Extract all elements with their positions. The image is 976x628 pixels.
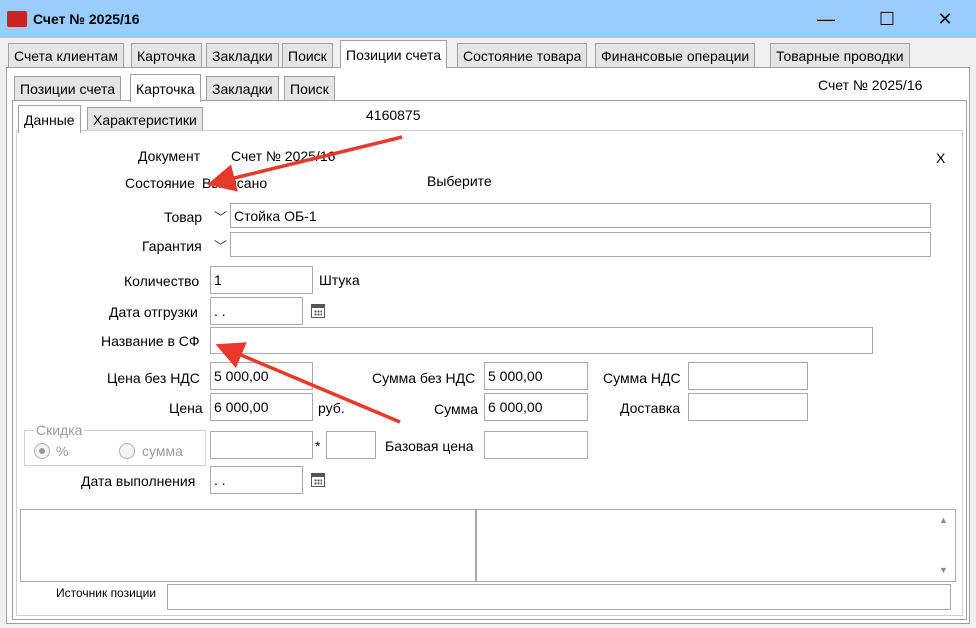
subtab-data[interactable]: Данные	[18, 105, 81, 133]
discount-percent-radio[interactable]	[34, 443, 50, 459]
product-label: Товар	[164, 209, 203, 225]
quantity-label: Количество	[124, 273, 200, 289]
notes-memo-left[interactable]	[20, 509, 476, 582]
source-field[interactable]	[167, 584, 951, 610]
close-button[interactable]: ✕	[922, 5, 968, 33]
ship-date-field[interactable]: . .	[210, 297, 303, 325]
calendar-icon[interactable]	[311, 473, 325, 487]
price-field[interactable]: 6 000,00	[210, 393, 313, 421]
subtab-characteristics[interactable]: Характеристики	[87, 107, 203, 132]
subtab-card[interactable]: Карточка	[130, 74, 201, 102]
app-logo-icon	[7, 11, 27, 27]
tab-bookmarks[interactable]: Закладки	[206, 43, 279, 68]
ship-date-label: Дата отгрузки	[109, 304, 198, 320]
sf-name-label: Название в СФ	[101, 333, 200, 349]
base-price-label: Базовая цена	[385, 438, 474, 454]
base-price-field[interactable]	[484, 431, 588, 459]
sum-label: Сумма	[434, 401, 478, 417]
discount-sum-radio[interactable]	[119, 443, 135, 459]
subtab-bookmarks[interactable]: Закладки	[206, 76, 279, 101]
document-value: Счет № 2025/16	[231, 148, 336, 164]
warranty-label: Гарантия	[142, 238, 202, 254]
minimize-button[interactable]: —	[803, 5, 849, 33]
price-novat-field[interactable]: 5 000,00	[210, 362, 313, 390]
header-invoice-number: Счет № 2025/16	[818, 77, 923, 93]
chevron-down-icon[interactable]: ﹀	[214, 236, 227, 255]
multiplier-field[interactable]	[326, 431, 376, 459]
item-code: 4160875	[366, 107, 421, 123]
state-label: Состояние	[125, 175, 195, 191]
done-date-field[interactable]: . .	[210, 466, 303, 494]
scroll-down-icon[interactable]: ▼	[939, 565, 948, 575]
tab-product-state[interactable]: Состояние товара	[457, 43, 588, 68]
sum-field[interactable]: 6 000,00	[484, 393, 588, 421]
tab-invoices[interactable]: Счета клиентам	[8, 43, 124, 68]
calendar-icon[interactable]	[311, 304, 325, 318]
maximize-button[interactable]: ☐	[864, 5, 910, 33]
sum-novat-label: Сумма без НДС	[372, 370, 476, 386]
subtab-invoice-items[interactable]: Позиции счета	[14, 76, 121, 101]
warranty-field[interactable]	[230, 232, 931, 257]
delivery-label: Доставка	[620, 400, 681, 416]
price-novat-label: Цена без НДС	[107, 370, 200, 386]
chevron-down-icon[interactable]: ﹀	[214, 207, 227, 226]
quantity-field[interactable]: 1	[210, 266, 313, 294]
tab-goods-postings[interactable]: Товарные проводки	[770, 43, 910, 68]
vat-sum-label: Сумма НДС	[603, 370, 681, 386]
notes-memo-right[interactable]	[476, 509, 956, 582]
choose-link[interactable]: Выберите	[427, 173, 492, 189]
discount-group-label: Скидка	[34, 422, 85, 438]
tab-search[interactable]: Поиск	[282, 43, 333, 68]
discount-field[interactable]	[210, 431, 313, 459]
tab-card[interactable]: Карточка	[131, 43, 202, 68]
product-field[interactable]: Стойка ОБ-1	[230, 203, 931, 228]
source-label: Источник позиции	[56, 586, 157, 600]
sum-novat-field[interactable]: 5 000,00	[484, 362, 588, 390]
unit-label: Штука	[319, 272, 360, 288]
discount-percent-label: %	[56, 443, 69, 459]
sf-name-field[interactable]	[210, 327, 873, 354]
done-date-label: Дата выполнения	[81, 473, 196, 489]
delivery-field[interactable]	[688, 393, 808, 421]
discount-sum-label: сумма	[142, 443, 183, 459]
currency-label: руб.	[318, 400, 345, 416]
multiply-sign: *	[315, 438, 321, 454]
document-label: Документ	[138, 148, 201, 164]
window-title: Счет № 2025/16	[33, 11, 140, 27]
vat-sum-field[interactable]	[688, 362, 808, 390]
subtab-search[interactable]: Поиск	[284, 76, 335, 101]
state-value: Выписано	[202, 175, 268, 191]
price-label: Цена	[169, 400, 203, 416]
tab-invoice-items[interactable]: Позиции счета	[340, 40, 447, 68]
tab-financial-ops[interactable]: Финансовые операции	[595, 43, 756, 68]
scroll-up-icon[interactable]: ▲	[939, 515, 948, 525]
close-x-button[interactable]: X	[936, 150, 945, 166]
